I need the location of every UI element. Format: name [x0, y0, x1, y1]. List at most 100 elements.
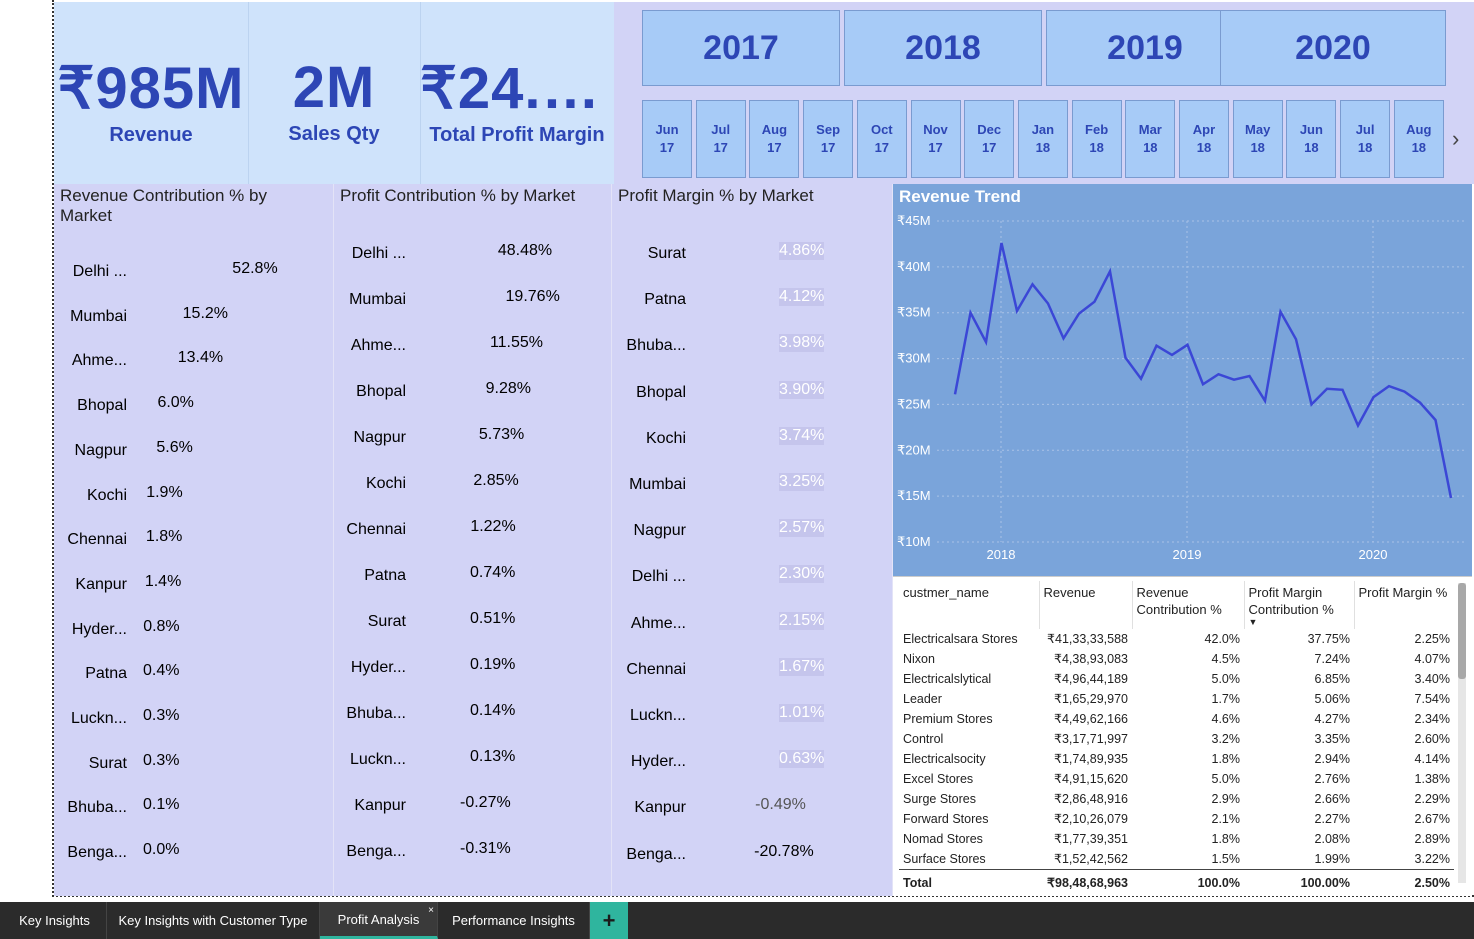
table-cell: 7.24%	[1314, 652, 1350, 666]
table-row[interactable]: Electricalslytical ₹4,96,44,189 5.0% 6.85% 3…	[899, 669, 1454, 689]
month-slicer-jul-18[interactable]: Jul 18	[1340, 100, 1391, 178]
table-row[interactable]: Leader ₹1,65,29,970 1.7% 5.06% 7.54%	[899, 689, 1454, 709]
bar[interactable]	[137, 388, 153, 424]
table-row[interactable]: Electricalsocity ₹1,74,89,935 1.8% 2.94% 4.1…	[899, 749, 1454, 769]
month-slicer-feb-18[interactable]: Feb 18	[1071, 100, 1122, 178]
col-header-revenue[interactable]: Revenue	[1038, 581, 1132, 629]
month-year-label: 17	[874, 140, 890, 155]
table-scrollbar[interactable]	[1458, 583, 1466, 883]
bar[interactable]	[827, 698, 831, 734]
bar[interactable]	[825, 790, 827, 826]
month-slicer-apr-18[interactable]: Apr 18	[1179, 100, 1229, 178]
bar[interactable]	[464, 512, 466, 548]
bar[interactable]	[464, 374, 482, 410]
year-slicer-2017[interactable]: 2017	[642, 10, 840, 86]
table-row[interactable]: Surge Stores ₹2,86,48,916 2.9% 2.66% 2.29%	[899, 789, 1454, 809]
bar[interactable]	[827, 559, 836, 595]
col-header-profit-margin-contribution[interactable]: Profit Margin Contribution % ▼	[1243, 581, 1354, 629]
bar[interactable]	[137, 433, 152, 469]
bar[interactable]	[464, 420, 475, 456]
bar[interactable]	[464, 282, 502, 318]
category-label: Delhi ...	[631, 568, 686, 586]
bar[interactable]	[827, 652, 833, 688]
month-slicer-aug-17[interactable]: Aug 17	[749, 100, 800, 178]
bar[interactable]	[137, 299, 179, 335]
bar[interactable]	[827, 513, 837, 549]
tab-key-insights-customer-type[interactable]: Key Insights with Customer Type	[107, 902, 320, 939]
bar[interactable]	[464, 558, 466, 594]
bar[interactable]	[137, 835, 139, 871]
month-slicer-may-18[interactable]: May 18	[1232, 100, 1283, 178]
table-cell: 3.22%	[1414, 852, 1450, 866]
bar[interactable]	[464, 696, 466, 732]
month-slicer-jun-18[interactable]: Jun 18	[1286, 100, 1337, 178]
bar[interactable]	[137, 701, 139, 737]
col-header-customer[interactable]: custmer_name	[899, 581, 1039, 629]
bar[interactable]	[827, 282, 842, 318]
month-label: Jan	[1031, 122, 1055, 137]
bar[interactable]	[137, 746, 139, 782]
year-slicer-2020[interactable]: 2020	[1220, 10, 1446, 86]
bar[interactable]	[827, 744, 829, 780]
table-row[interactable]: Electricalsara Stores ₹41,33,33,588 42.0% 3…	[899, 629, 1454, 649]
table-row[interactable]: Forward Stores ₹2,10,26,079 2.1% 2.27% 2.67%	[899, 809, 1454, 829]
close-icon[interactable]: ×	[428, 905, 434, 916]
scrollbar-thumb[interactable]	[1458, 583, 1466, 679]
table-row[interactable]: Premium Stores ₹4,49,62,166 4.6% 4.27% 2.34%	[899, 709, 1454, 729]
bar[interactable]	[464, 328, 486, 364]
category-label: Patna	[644, 291, 686, 309]
month-label: Jul	[1355, 122, 1375, 137]
month-slicer-dec-17[interactable]: Dec 17	[964, 100, 1015, 178]
add-page-icon[interactable]: +	[590, 902, 628, 939]
y-tick-label: ₹20M	[897, 442, 931, 457]
table-row[interactable]: Nomad Stores ₹1,77,39,351 1.8% 2.08% 2.89%	[899, 829, 1454, 849]
col-header-revenue-contribution[interactable]: Revenue Contribution %	[1131, 581, 1244, 629]
bar[interactable]	[137, 567, 141, 603]
data-label: 0.19%	[470, 656, 516, 673]
bar[interactable]	[137, 790, 139, 826]
bar[interactable]	[137, 522, 142, 558]
tab-profit-analysis[interactable]: Profit Analysis ×	[320, 902, 438, 939]
bar[interactable]	[827, 328, 842, 364]
table-row[interactable]: Nixon ₹4,38,93,083 4.5% 7.24% 4.07%	[899, 649, 1454, 669]
tab-key-insights[interactable]: Key Insights	[3, 902, 107, 939]
col-header-profit-margin[interactable]: Profit Margin %	[1353, 581, 1454, 629]
bar[interactable]	[827, 467, 839, 503]
bar[interactable]	[464, 604, 466, 640]
kpi-revenue[interactable]: ₹985M Revenue	[54, 2, 248, 184]
bar[interactable]	[137, 478, 142, 514]
month-slicer-sep-17[interactable]: Sep 17	[803, 100, 854, 178]
table-row[interactable]: Excel Stores ₹4,91,15,620 5.0% 2.76% 1.38%	[899, 769, 1454, 789]
data-label: 0.4%	[143, 662, 180, 680]
month-slicer-aug-18[interactable]: Aug 18	[1393, 100, 1444, 178]
year-slicer-2018[interactable]: 2018	[844, 10, 1042, 86]
bar[interactable]	[137, 612, 139, 648]
table-row[interactable]: Surface Stores ₹1,52,42,562 1.5% 1.99% 3.22%	[899, 849, 1454, 870]
bar[interactable]	[464, 466, 469, 502]
month-slicer-jun-17[interactable]: Jun 17	[642, 100, 692, 178]
bar[interactable]	[827, 375, 841, 411]
tab-performance-insights[interactable]: Performance Insights	[438, 902, 590, 939]
year-slicer-2019[interactable]: 2019	[1046, 10, 1244, 86]
bar[interactable]	[137, 656, 139, 692]
kpi-value: 2M	[292, 55, 376, 120]
bar[interactable]	[827, 421, 841, 457]
bar[interactable]	[137, 343, 174, 379]
category-label: Benga...	[67, 844, 127, 862]
bar[interactable]	[464, 650, 466, 686]
month-slicer-jan-18[interactable]: Jan 18	[1017, 100, 1068, 178]
chevron-right-icon[interactable]: ›	[1452, 126, 1459, 152]
month-slicer-jul-17[interactable]: Jul 17	[695, 100, 746, 178]
bar[interactable]	[464, 742, 466, 778]
bar[interactable]	[827, 236, 845, 272]
bar[interactable]	[827, 606, 835, 642]
kpi-total-profit-margin[interactable]: ₹24.6... Total Profit Margin	[420, 2, 614, 184]
revenue-series-line[interactable]	[953, 242, 1453, 499]
month-slicer-oct-17[interactable]: Oct 17	[856, 100, 907, 178]
month-slicer-nov-17[interactable]: Nov 17	[910, 100, 961, 178]
table-cell: 2.67%	[1414, 812, 1450, 826]
kpi-sales-qty[interactable]: 2M Sales Qty	[248, 2, 420, 184]
data-label: 2.30%	[779, 565, 825, 584]
table-row[interactable]: Control ₹3,17,71,997 3.2% 3.35% 2.60%	[899, 729, 1454, 749]
month-slicer-mar-18[interactable]: Mar 18	[1125, 100, 1176, 178]
